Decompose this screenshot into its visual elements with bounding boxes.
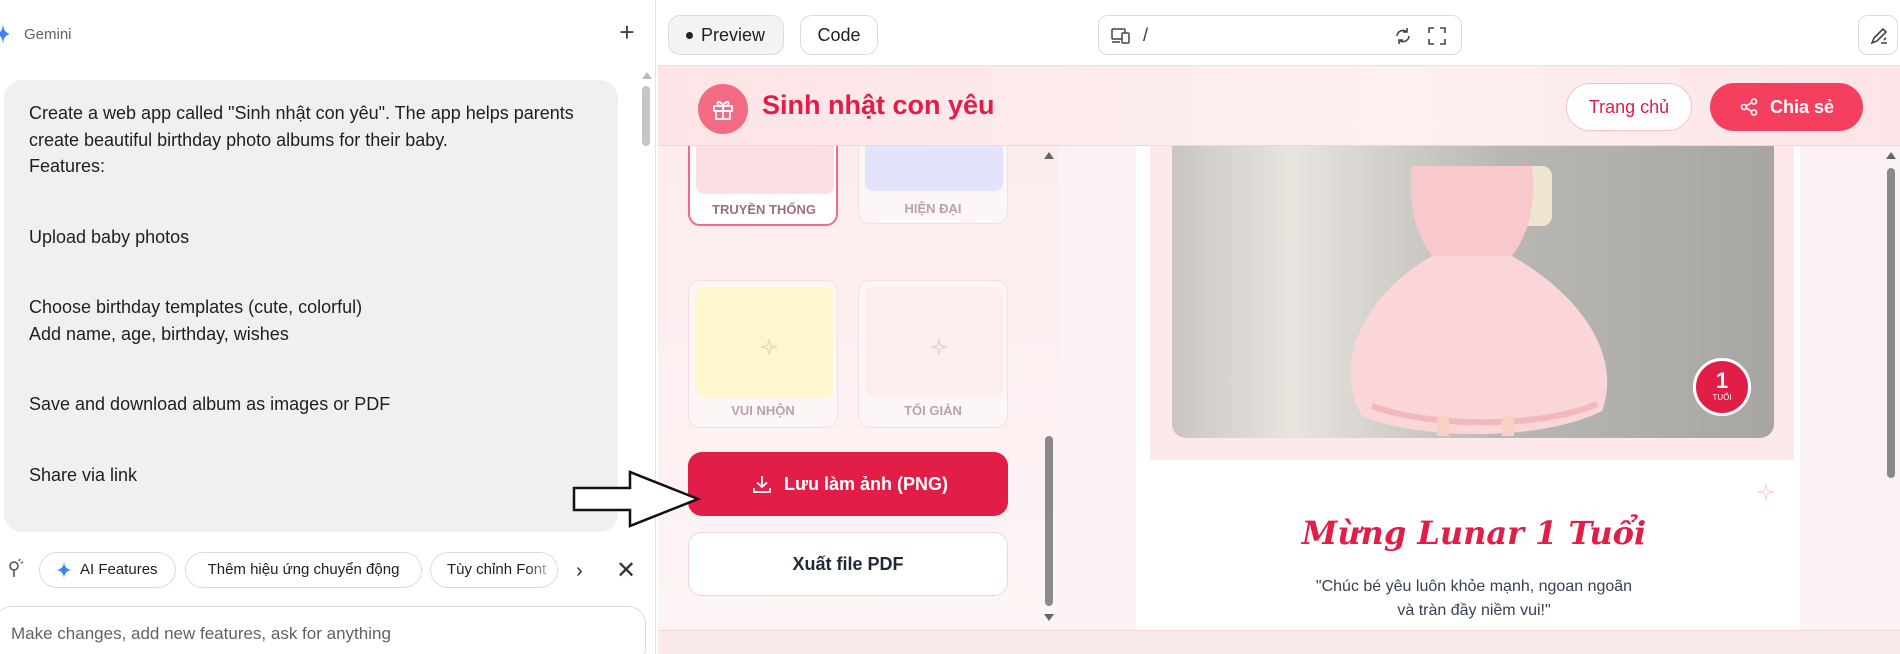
share-icon	[1740, 98, 1758, 116]
wish-text: "Chúc bé yêu luôn khỏe mạnh, ngoan ngoãn…	[1224, 575, 1724, 623]
controls-panel: TRUYỀN THỐNG HIỆN ĐẠI VUI NHỘN TỐI GIẢN	[658, 146, 1058, 626]
logo	[698, 84, 748, 134]
chip-label: Thêm hiệu ứng chuyển động	[207, 561, 400, 578]
chat-panel: Gemini + Create a web app called "Sinh n…	[0, 0, 656, 654]
template-fun[interactable]: VUI NHỘN	[688, 280, 838, 428]
suggestion-chips: AI Features Thêm hiệu ứng chuyển động Tù…	[0, 548, 656, 592]
sparkle-icon	[56, 562, 72, 578]
panel-title: Gemini	[24, 26, 72, 43]
prompt-message: Create a web app called "Sinh nhật con y…	[4, 80, 618, 532]
device-icon[interactable]	[1111, 28, 1131, 44]
gemini-star-icon	[0, 24, 10, 44]
prompt-line: Create a web app called "Sinh nhật con y…	[29, 103, 574, 150]
app-title: Sinh nhật con yêu	[762, 90, 995, 120]
baby-photo	[1172, 146, 1774, 438]
motion-chip[interactable]: Thêm hiệu ứng chuyển động	[185, 552, 422, 588]
refresh-icon[interactable]	[1393, 26, 1413, 46]
prompt-line: Upload baby photos	[29, 226, 190, 247]
age-number: 1	[1715, 368, 1729, 393]
workspace: Gemini + Create a web app called "Sinh n…	[0, 0, 1900, 654]
mic-icon[interactable]	[6, 558, 24, 580]
url-path: /	[1143, 25, 1149, 45]
template-label: TRUYỀN THỐNG	[712, 202, 816, 217]
template-modern[interactable]: HIỆN ĐẠI	[858, 146, 1008, 224]
fullscreen-icon[interactable]	[1427, 26, 1447, 46]
sparkle-icon	[930, 338, 948, 356]
active-dot	[686, 32, 693, 39]
prompt-line: Share via link	[29, 464, 138, 485]
input-placeholder: Make changes, add new features, ask for …	[11, 624, 391, 643]
export-pdf-label: Xuất file PDF	[792, 554, 904, 574]
home-button[interactable]: Trang chủ	[1566, 83, 1692, 131]
save-png-button[interactable]: Lưu làm ảnh (PNG)	[688, 452, 1008, 516]
share-button[interactable]: Chia sẻ	[1710, 83, 1863, 131]
prompt-text: Create a web app called "Sinh nhật con y…	[29, 100, 604, 488]
template-swatch	[865, 146, 1003, 191]
prompt-line: Features:	[29, 156, 106, 176]
template-traditional[interactable]: TRUYỀN THỐNG	[688, 146, 838, 226]
prompt-line: Save and download album as images or PDF	[29, 394, 391, 414]
template-minimal[interactable]: TỐI GIẢN	[858, 280, 1008, 428]
preview-toolbar: Preview Code /	[658, 0, 1900, 66]
wish-line: "Chúc bé yêu luôn khỏe mạnh, ngoan ngoãn	[1315, 578, 1633, 595]
greeting-title: Mừng Lunar 1 Tuổi	[1301, 514, 1647, 552]
prompt-line: Add name, age, birthday, wishes	[29, 323, 289, 344]
sparkle-icon	[1757, 483, 1775, 501]
sparkle-icon	[760, 338, 778, 356]
tab-label: Preview	[701, 25, 766, 45]
font-chip[interactable]: Tùy chỉnh Font	[430, 552, 558, 588]
export-pdf-button[interactable]: Xuất file PDF	[688, 532, 1008, 596]
template-swatch	[695, 287, 833, 397]
template-label: HIỆN ĐẠI	[904, 201, 962, 216]
age-badge: 1 TUỔI	[1693, 358, 1751, 416]
wish-line: và tràn đầy niềm vui!"	[1397, 602, 1551, 619]
chat-scrollbar[interactable]	[640, 72, 652, 522]
tab-code[interactable]: Code	[800, 15, 878, 55]
ai-features-chip[interactable]: AI Features	[39, 552, 176, 588]
age-unit: TUỔI	[1712, 393, 1732, 402]
plus-icon[interactable]: +	[614, 19, 640, 46]
close-icon[interactable]: ✕	[616, 556, 636, 585]
save-png-label: Lưu làm ảnh (PNG)	[784, 474, 949, 494]
chevron-right-icon[interactable]: ›	[576, 560, 583, 583]
url-bar[interactable]: /	[1098, 15, 1462, 55]
prompt-input[interactable]: Make changes, add new features, ask for …	[0, 606, 646, 654]
tab-preview[interactable]: Preview	[668, 15, 784, 55]
app-header: Sinh nhật con yêu Trang chủ Chia sẻ	[658, 66, 1900, 146]
baby-dress-illustration	[1350, 166, 1608, 436]
chip-label: AI Features	[80, 561, 158, 578]
chat-header: Gemini +	[0, 0, 656, 70]
prompt-line: Choose birthday templates (cute, colorfu…	[29, 297, 363, 317]
template-label: TỐI GIẢN	[904, 403, 962, 418]
controls-scrollbar[interactable]	[1042, 146, 1056, 626]
template-swatch	[865, 287, 1003, 397]
app-bottom-strip	[658, 630, 1900, 654]
edit-icon	[1870, 27, 1888, 45]
tab-label: Code	[817, 25, 861, 45]
gift-icon	[713, 100, 733, 120]
edit-button[interactable]	[1858, 15, 1898, 55]
share-label: Chia sẻ	[1770, 97, 1835, 117]
preview-scrollbar[interactable]	[1884, 146, 1898, 566]
home-label: Trang chủ	[1588, 97, 1670, 117]
template-label: VUI NHỘN	[731, 403, 795, 418]
template-swatch	[696, 146, 834, 194]
download-icon	[753, 476, 771, 493]
pointer-arrow-icon	[572, 470, 702, 528]
